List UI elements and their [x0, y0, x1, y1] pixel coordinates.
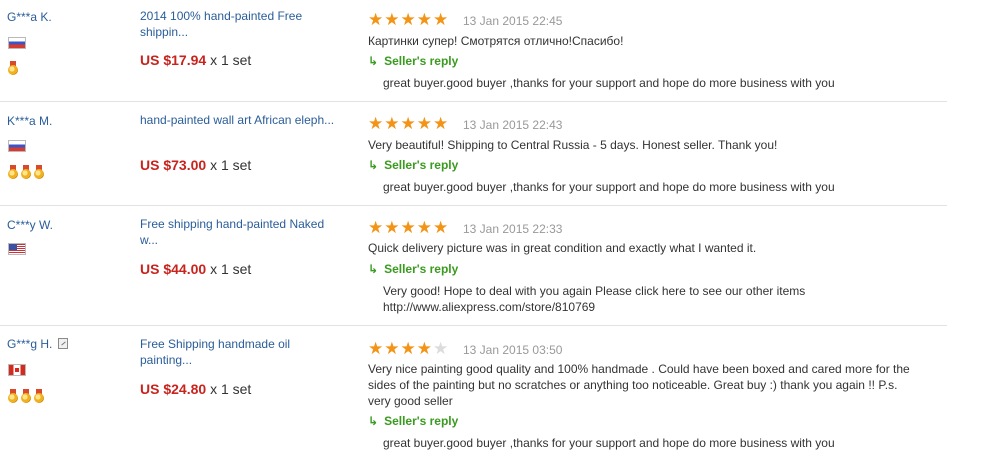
medal-icon [21, 389, 31, 404]
seller-reply-text: great buyer.good buyer ,thanks for your … [383, 180, 835, 194]
seller-reply-label: ↳ Seller's reply [368, 262, 459, 276]
star-icon: ★ [384, 218, 400, 237]
review-date: 13 Jan 2015 22:45 [463, 14, 563, 28]
star-icon: ★ [416, 218, 432, 237]
rating-stars: ★ ★ ★ ★ ★ [368, 11, 448, 28]
star-icon: ★ [416, 10, 432, 29]
russia-flag-icon [8, 37, 26, 49]
star-icon: ★ [416, 114, 432, 133]
star-icon: ★ [433, 10, 449, 29]
quantity: x 1 set [210, 157, 252, 173]
medal-icon [34, 165, 44, 180]
reply-arrow-icon: ↳ [368, 158, 379, 172]
buyer-name[interactable]: G***a K. [7, 10, 52, 24]
feedback-text: Very beautiful! Shipping to Central Russ… [368, 138, 778, 152]
seller-reply-text: great buyer.good buyer ,thanks for your … [383, 436, 835, 450]
medal-icon [34, 389, 44, 404]
product-link[interactable]: Free Shipping handmade oil painting... [140, 336, 310, 368]
product-link[interactable]: hand-painted wall art African eleph... [140, 112, 335, 128]
price: US $44.00 [140, 261, 207, 277]
russia-flag-icon [8, 140, 26, 152]
mobile-device-icon [58, 338, 68, 349]
buyer-name[interactable]: C***y W. [7, 218, 53, 232]
product-link[interactable]: 2014 100% hand-painted Free shippin... [140, 8, 335, 40]
star-icon: ★ [368, 339, 384, 358]
feedback-text: Quick delivery picture was in great cond… [368, 241, 757, 255]
star-icon: ★ [384, 339, 400, 358]
buyer-medals [8, 389, 44, 404]
price-line: US $24.80 x 1 set [140, 381, 251, 397]
price-line: US $17.94 x 1 set [140, 52, 251, 68]
medal-icon [21, 165, 31, 180]
review-row: G***a K. 2014 100% hand-painted Free shi… [0, 0, 947, 102]
reply-arrow-icon: ↳ [368, 54, 379, 68]
buyer-medals [8, 61, 18, 76]
star-icon: ★ [384, 114, 400, 133]
rating-stars: ★ ★ ★ ★ ★ [368, 219, 448, 236]
review-date: 13 Jan 2015 03:50 [463, 343, 563, 357]
star-icon: ★ [384, 10, 400, 29]
review-row: K***a M. hand-painted wall art African e… [0, 101, 947, 206]
price: US $17.94 [140, 52, 207, 68]
review-date: 13 Jan 2015 22:33 [463, 222, 563, 236]
medal-icon [8, 389, 18, 404]
price: US $24.80 [140, 381, 207, 397]
rating-stars: ★ ★ ★ ★ ★ [368, 115, 448, 132]
reply-arrow-icon: ↳ [368, 262, 379, 276]
medal-icon [8, 61, 18, 76]
quantity: x 1 set [210, 52, 252, 68]
star-icon: ★ [400, 10, 416, 29]
price-line: US $73.00 x 1 set [140, 157, 251, 173]
star-icon: ★ [433, 114, 449, 133]
reply-body: Very good! Hope to deal with you again P… [383, 284, 806, 298]
buyer-name[interactable]: G***g H. [7, 337, 52, 351]
quantity: x 1 set [210, 261, 252, 277]
seller-reply-label: ↳ Seller's reply [368, 158, 459, 172]
usa-flag-icon [8, 243, 26, 255]
star-icon: ★ [368, 114, 384, 133]
price-line: US $44.00 x 1 set [140, 261, 251, 277]
review-row: C***y W. Free shipping hand-painted Nake… [0, 205, 947, 326]
feedback-text: Картинки супер! Смотрятся отлично!Спасиб… [368, 34, 624, 48]
rating-stars: ★ ★ ★ ★ ★ [368, 340, 448, 357]
review-row: G***g H. Free Shipping handmade oil pain… [0, 325, 947, 459]
seller-reply-label: ↳ Seller's reply [368, 54, 459, 68]
star-icon: ★ [368, 10, 384, 29]
store-link[interactable]: http://www.aliexpress.com/store/810769 [383, 299, 923, 315]
star-icon: ★ [368, 218, 384, 237]
product-link[interactable]: Free shipping hand-painted Naked w... [140, 216, 335, 248]
seller-reply-text: Very good! Hope to deal with you again P… [383, 283, 923, 315]
canada-flag-icon [8, 364, 26, 376]
star-icon: ★ [400, 339, 416, 358]
star-icon: ★ [400, 114, 416, 133]
seller-reply-text: great buyer.good buyer ,thanks for your … [383, 76, 835, 90]
buyer-medals [8, 165, 44, 180]
buyer-name[interactable]: K***a M. [7, 114, 52, 128]
star-icon: ★ [433, 218, 449, 237]
star-icon: ★ [400, 218, 416, 237]
price: US $73.00 [140, 157, 207, 173]
quantity: x 1 set [210, 381, 252, 397]
feedback-text: Very nice painting good quality and 100%… [368, 362, 910, 408]
star-icon: ★ [416, 339, 432, 358]
reply-arrow-icon: ↳ [368, 414, 379, 428]
medal-icon [8, 165, 18, 180]
star-empty-icon: ★ [433, 339, 449, 358]
review-date: 13 Jan 2015 22:43 [463, 118, 563, 132]
seller-reply-label: ↳ Seller's reply [368, 414, 459, 428]
